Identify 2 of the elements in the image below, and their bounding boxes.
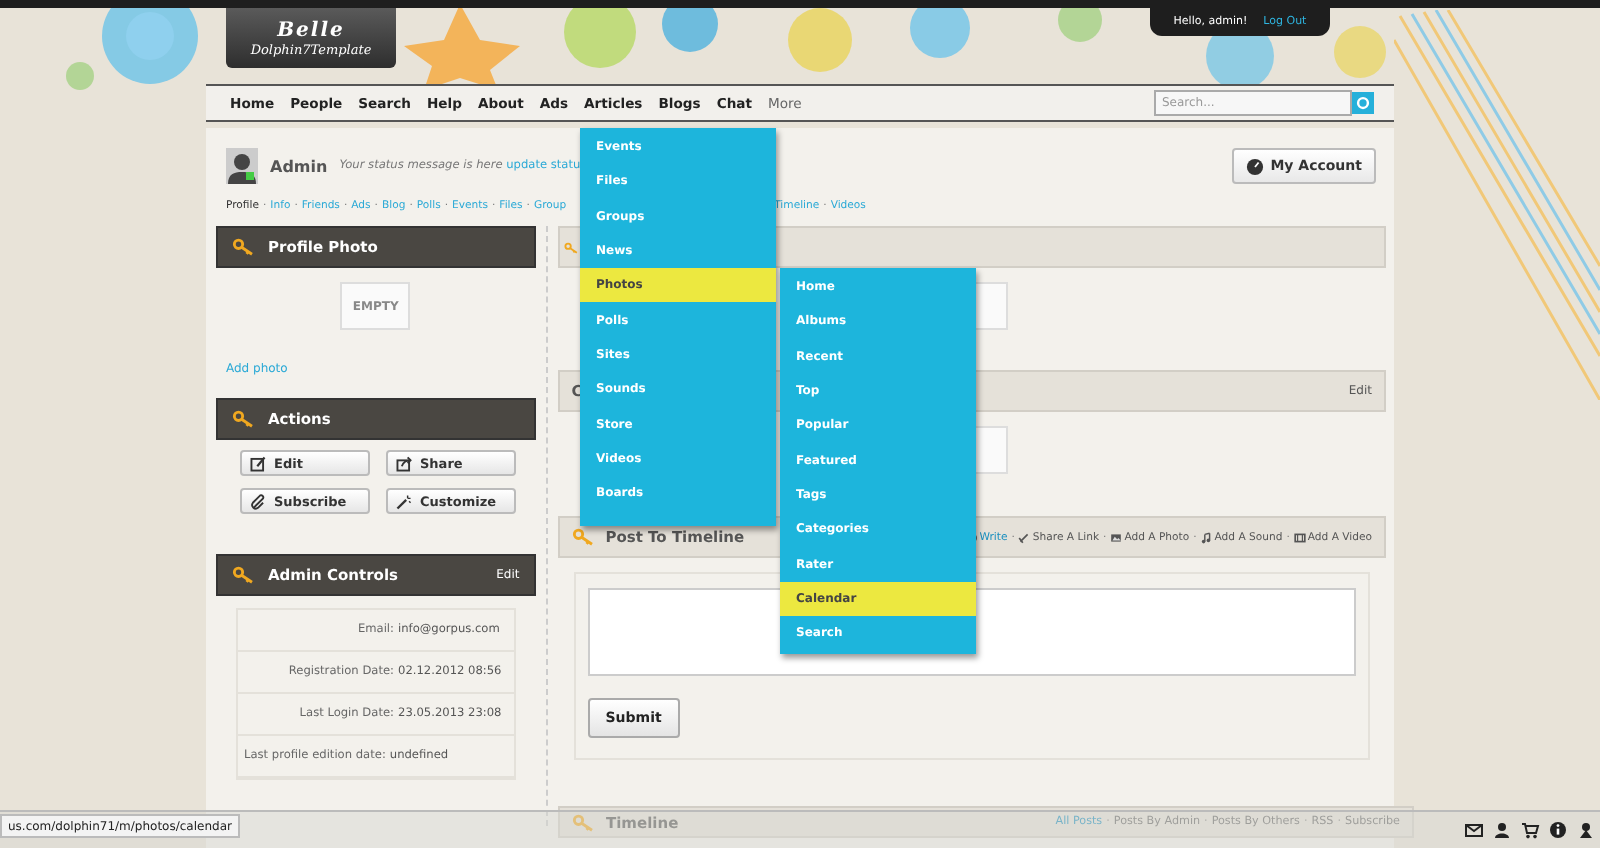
logo-title: Belle: [277, 19, 345, 41]
profile-name: Admin: [270, 157, 328, 175]
